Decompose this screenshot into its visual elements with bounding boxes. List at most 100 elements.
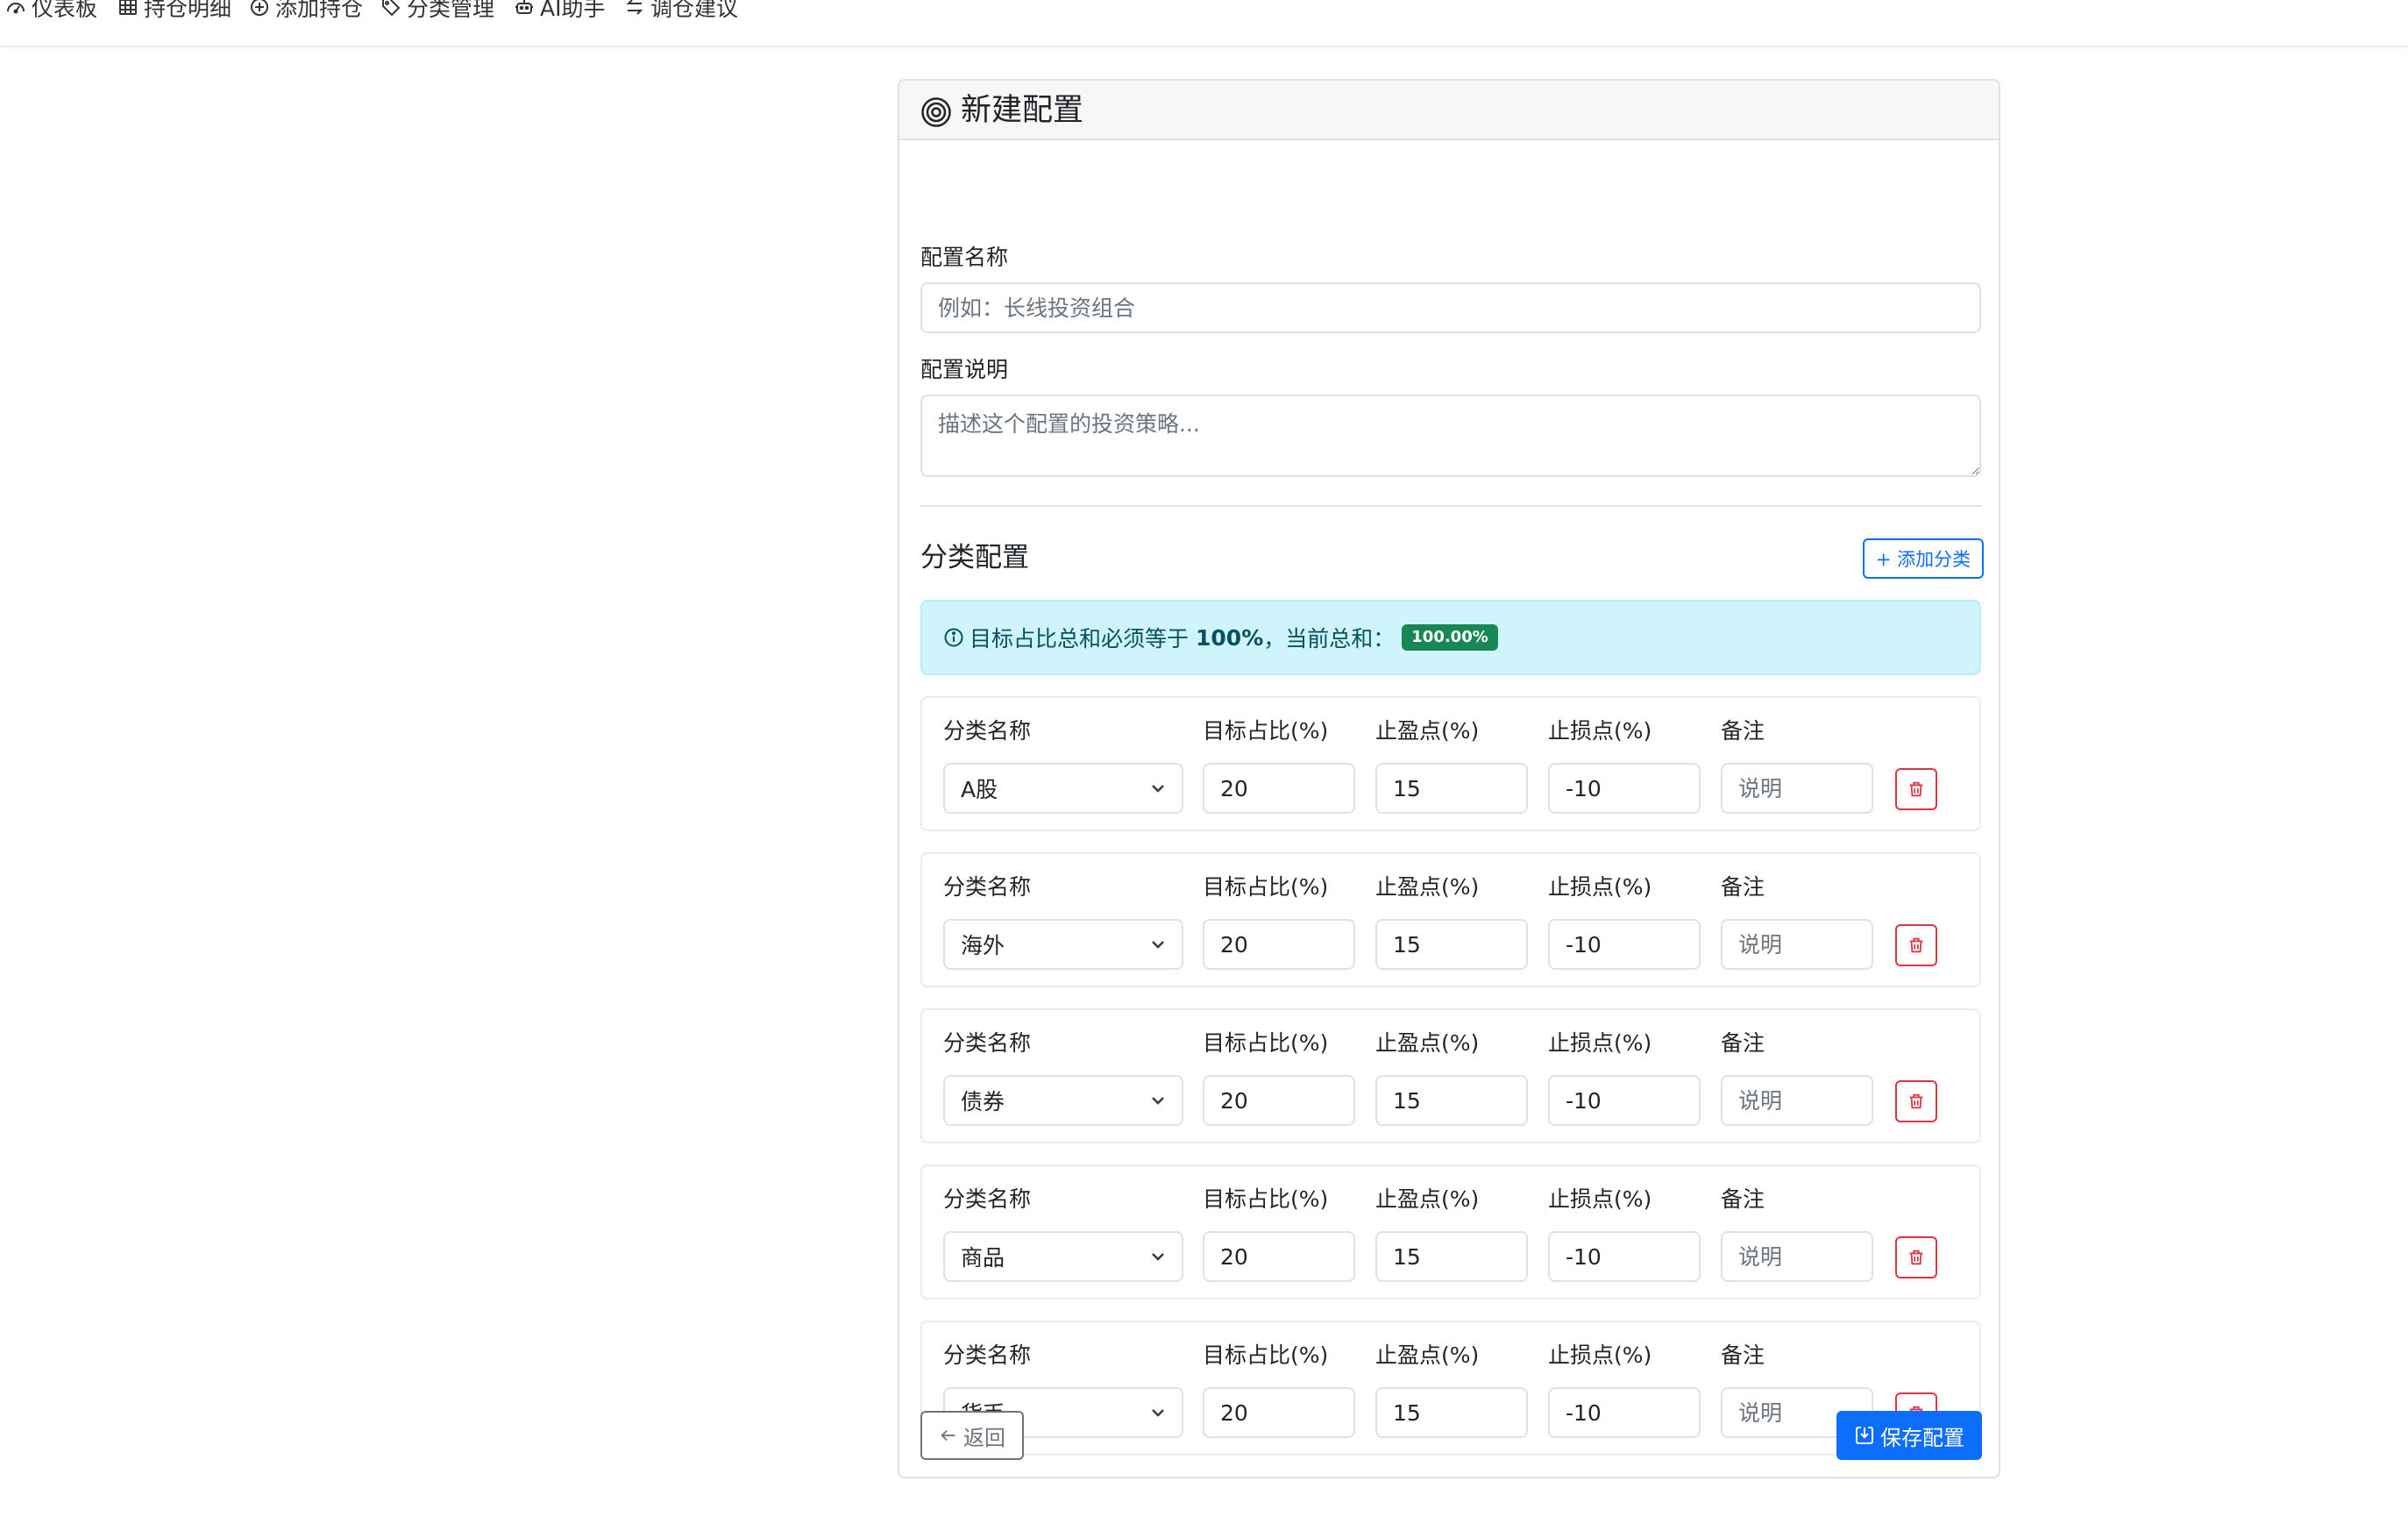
category-select-value: 商品 [961,1245,1005,1271]
target-ratio-input[interactable] [1203,1387,1355,1438]
target-ratio-label: 目标占比(%) [1203,1342,1329,1368]
target-ratio-input[interactable] [1203,919,1355,970]
category-select[interactable]: 债券 [943,1075,1183,1126]
nav-item-label: 持仓明细 [144,0,232,21]
take-profit-label: 止盈点(%) [1375,1186,1480,1212]
save-config-button[interactable]: 保存配置 [1836,1411,1982,1460]
category-name-label: 分类名称 [943,1342,1032,1368]
target-ratio-input[interactable] [1203,1231,1355,1282]
note-input[interactable] [1721,1231,1873,1282]
note-label: 备注 [1721,874,1765,900]
take-profit-input[interactable] [1375,919,1528,970]
chevron-down-icon [1152,1253,1164,1261]
note-label: 备注 [1721,1186,1765,1212]
category-select[interactable]: 商品 [943,1231,1183,1282]
config-name-input[interactable] [920,282,1981,333]
take-profit-input[interactable] [1375,1231,1528,1282]
stop-loss-input[interactable] [1548,1387,1701,1438]
alert-required-value: 100% [1196,624,1264,651]
tags-icon [382,0,401,17]
stop-loss-label: 止损点(%) [1548,718,1652,744]
category-name-label: 分类名称 [943,718,1032,744]
card-header: 新建配置 [899,81,1999,140]
trash-icon [1909,937,1923,953]
categories-section-title: 分类配置 [920,542,1029,573]
category-select-value: 债券 [961,1089,1005,1114]
chevron-down-icon [1152,1097,1164,1105]
nav-item-label: 仪表板 [32,0,98,21]
take-profit-label: 止盈点(%) [1375,1342,1480,1368]
bullseye-icon [921,97,951,127]
nav-item-add-holding[interactable]: 添加持仓 [249,0,363,25]
speedometer-icon [7,3,25,14]
stop-loss-input[interactable] [1548,1075,1701,1126]
stop-loss-label: 止损点(%) [1548,1030,1652,1056]
config-name-label: 配置名称 [920,245,1009,270]
add-category-button[interactable]: + 添加分类 [1863,538,1984,579]
target-ratio-input[interactable] [1203,1075,1355,1126]
nav-item-label: 调仓建议 [650,0,739,21]
take-profit-label: 止盈点(%) [1375,1030,1480,1056]
note-label: 备注 [1721,718,1765,744]
arrow-left-right-icon [626,0,643,15]
take-profit-input[interactable] [1375,1075,1528,1126]
top-navbar: 仪表板 持仓明细 添加持仓 分类管理 AI助手 调仓建议 [0,0,2408,47]
nav-item-label: 分类管理 [407,0,495,21]
trash-icon [1909,1250,1923,1265]
alert-prefix: 目标占比总和必须等于 [970,626,1190,652]
robot-icon [515,0,533,14]
config-desc-textarea[interactable] [920,395,1981,477]
category-select-value: 海外 [961,933,1005,958]
save-button-label: 保存配置 [1880,1425,1964,1450]
nav-item-label: AI助手 [540,0,606,21]
back-button[interactable]: 返回 [920,1411,1024,1460]
target-ratio-label: 目标占比(%) [1203,718,1329,744]
trash-icon [1909,1093,1923,1109]
target-ratio-label: 目标占比(%) [1203,1030,1329,1056]
total-info-alert: 目标占比总和必须等于 100% ，当前总和： 100.00% [920,600,1981,675]
nav-item-categories[interactable]: 分类管理 [380,0,494,25]
arrow-left-icon [941,1429,955,1442]
trash-icon [1909,781,1923,797]
category-row: 分类名称 目标占比(%) 止盈点(%) 止损点(%) 备注 债券 [920,1008,1981,1143]
nav-item-rebalance[interactable]: 调仓建议 [624,0,738,25]
target-ratio-input[interactable] [1203,763,1355,814]
category-row: 分类名称 目标占比(%) 止盈点(%) 止损点(%) 备注 海外 [920,852,1981,987]
stop-loss-input[interactable] [1548,1231,1701,1282]
delete-category-button[interactable] [1895,1080,1937,1122]
stop-loss-label: 止损点(%) [1548,1186,1652,1212]
stop-loss-label: 止损点(%) [1548,874,1652,900]
delete-category-button[interactable] [1895,1236,1937,1278]
stop-loss-input[interactable] [1548,763,1701,814]
note-label: 备注 [1721,1030,1765,1056]
nav-item-holdings[interactable]: 持仓明细 [117,0,231,25]
config-desc-label: 配置说明 [920,357,1009,382]
delete-category-button[interactable] [1895,924,1937,966]
take-profit-input[interactable] [1375,763,1528,814]
back-button-label: 返回 [963,1425,1005,1450]
note-input[interactable] [1721,763,1873,814]
chevron-down-icon [1152,941,1164,949]
target-ratio-label: 目标占比(%) [1203,1186,1329,1212]
table-icon [119,0,137,15]
category-select-value: A股 [961,777,998,802]
note-label: 备注 [1721,1342,1765,1368]
chevron-down-icon [1152,785,1164,793]
take-profit-input[interactable] [1375,1387,1528,1438]
note-input[interactable] [1721,1075,1873,1126]
category-select[interactable]: A股 [943,763,1183,814]
target-ratio-label: 目标占比(%) [1203,874,1329,900]
card-title: 新建配置 [961,93,1084,128]
note-input[interactable] [1721,919,1873,970]
delete-category-button[interactable] [1895,768,1937,810]
nav-item-dashboard[interactable]: 仪表板 [5,0,97,25]
take-profit-label: 止盈点(%) [1375,718,1480,744]
take-profit-label: 止盈点(%) [1375,874,1480,900]
stop-loss-input[interactable] [1548,919,1701,970]
new-config-card: 新建配置 配置名称 配置说明 分类配置 + 添加分类 目标占比总和必须等于 10… [898,79,2000,1478]
category-select[interactable]: 海外 [943,919,1183,970]
nav-item-label: 添加持仓 [275,0,364,21]
nav-item-ai-assistant[interactable]: AI助手 [514,0,605,25]
info-circle-icon [944,628,963,647]
total-badge: 100.00% [1402,624,1498,651]
